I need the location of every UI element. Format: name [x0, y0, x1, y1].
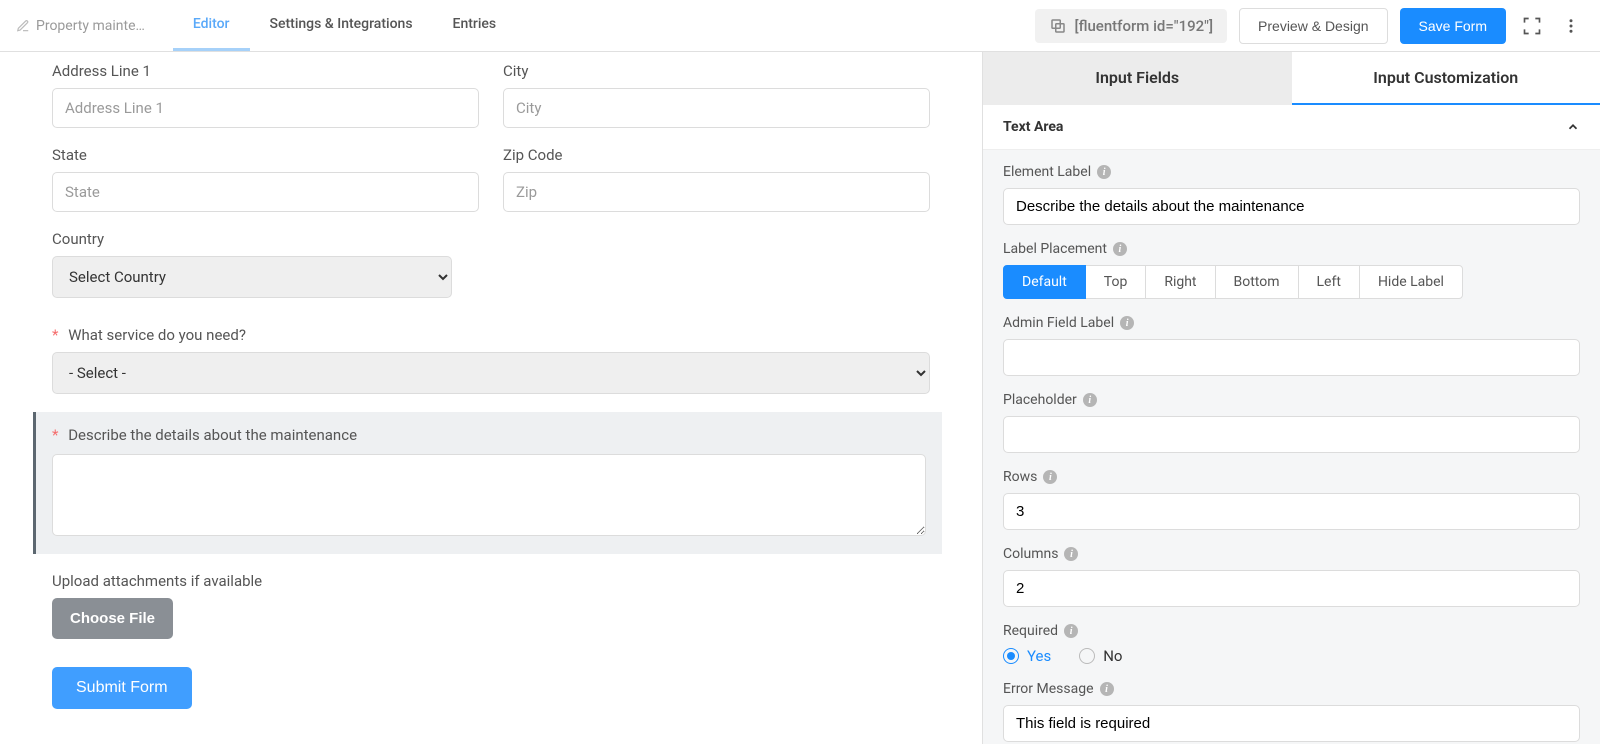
select-service[interactable]: - Select - [52, 352, 930, 394]
label-service: * What service do you need? [52, 326, 930, 344]
setting-element-label: Element Label i [1003, 164, 1580, 225]
more-icon[interactable] [1558, 13, 1584, 39]
setting-label-text: Element Label [1003, 164, 1091, 180]
panel-body: Element Label i Label Placement i Defaul… [983, 150, 1600, 744]
textarea-describe[interactable] [52, 454, 926, 536]
label-describe: * Describe the details about the mainten… [52, 426, 926, 444]
seg-bottom[interactable]: Bottom [1215, 265, 1299, 299]
setting-label-text: Error Message [1003, 681, 1094, 697]
chevron-up-icon[interactable] [1566, 120, 1580, 134]
setting-label-placement: Label Placement i Default Top Right Bott… [1003, 241, 1580, 299]
info-icon[interactable]: i [1083, 393, 1097, 407]
required-star: * [52, 326, 58, 344]
info-icon[interactable]: i [1120, 316, 1134, 330]
save-form-button[interactable]: Save Form [1400, 8, 1506, 44]
input-admin-field-label[interactable] [1003, 339, 1580, 376]
shortcode-badge[interactable]: [fluentform id="192"] [1035, 9, 1228, 43]
submit-form-button[interactable]: Submit Form [52, 667, 192, 709]
input-element-label[interactable] [1003, 188, 1580, 225]
label-placement-group: Default Top Right Bottom Left Hide Label [1003, 265, 1580, 299]
setting-label-text: Admin Field Label [1003, 315, 1114, 331]
tab-editor[interactable]: Editor [173, 0, 250, 51]
select-country[interactable]: Select Country [52, 256, 452, 298]
seg-right[interactable]: Right [1145, 265, 1215, 299]
panel-header[interactable]: Text Area [983, 105, 1600, 150]
page-title-wrap: Property mainte… [16, 18, 145, 34]
fullscreen-icon[interactable] [1518, 12, 1546, 40]
input-address1[interactable] [52, 88, 479, 128]
field-describe-selected[interactable]: * Describe the details about the mainten… [33, 412, 942, 554]
tab-input-customization[interactable]: Input Customization [1292, 52, 1600, 105]
app-header: Property mainte… Editor Settings & Integ… [0, 0, 1600, 52]
field-service[interactable]: * What service do you need? - Select - [52, 326, 930, 394]
field-upload[interactable]: Upload attachments if available Choose F… [52, 572, 930, 639]
page-title: Property mainte… [36, 18, 145, 34]
edit-icon [16, 19, 30, 33]
seg-hide[interactable]: Hide Label [1359, 265, 1463, 299]
info-icon[interactable]: i [1100, 682, 1114, 696]
setting-label-text: Columns [1003, 546, 1058, 562]
setting-required: Required i Yes No [1003, 623, 1580, 665]
sidebar: Input Fields Input Customization Text Ar… [982, 52, 1600, 744]
copy-icon [1049, 17, 1067, 35]
label-zip: Zip Code [503, 146, 930, 164]
setting-label-text: Label Placement [1003, 241, 1107, 257]
input-columns[interactable] [1003, 570, 1580, 607]
sidebar-tabs: Input Fields Input Customization [983, 52, 1600, 105]
form-canvas: Address Line 1 City State Zip Code Count… [0, 52, 982, 744]
input-zip[interactable] [503, 172, 930, 212]
setting-placeholder: Placeholder i [1003, 392, 1580, 453]
setting-error-message: Error Message i [1003, 681, 1580, 742]
label-upload: Upload attachments if available [52, 572, 930, 590]
preview-design-button[interactable]: Preview & Design [1239, 8, 1388, 44]
radio-required-no[interactable]: No [1079, 647, 1122, 665]
label-city: City [503, 62, 930, 80]
choose-file-button[interactable]: Choose File [52, 598, 173, 639]
radio-icon [1003, 648, 1019, 664]
header-tabs: Editor Settings & Integrations Entries [173, 0, 516, 51]
input-city[interactable] [503, 88, 930, 128]
setting-label-text: Placeholder [1003, 392, 1077, 408]
header-left: Property mainte… Editor Settings & Integ… [16, 0, 516, 51]
field-country[interactable]: Country Select Country [52, 230, 930, 298]
field-address1[interactable]: Address Line 1 [52, 62, 479, 128]
required-star: * [52, 426, 58, 444]
label-country: Country [52, 230, 930, 248]
info-icon[interactable]: i [1064, 624, 1078, 638]
radio-required-yes[interactable]: Yes [1003, 647, 1051, 665]
seg-default[interactable]: Default [1003, 265, 1086, 299]
tab-entries[interactable]: Entries [433, 0, 517, 51]
field-zip[interactable]: Zip Code [503, 146, 930, 212]
input-state[interactable] [52, 172, 479, 212]
radio-icon [1079, 648, 1095, 664]
submit-row: Submit Form [52, 667, 930, 709]
field-state[interactable]: State [52, 146, 479, 212]
seg-left[interactable]: Left [1298, 265, 1360, 299]
input-rows[interactable] [1003, 493, 1580, 530]
setting-label-text: Rows [1003, 469, 1037, 485]
setting-columns: Columns i [1003, 546, 1580, 607]
field-city[interactable]: City [503, 62, 930, 128]
setting-admin-field-label: Admin Field Label i [1003, 315, 1580, 376]
header-right: [fluentform id="192"] Preview & Design S… [1035, 8, 1585, 44]
main: Address Line 1 City State Zip Code Count… [0, 52, 1600, 744]
tab-settings-integrations[interactable]: Settings & Integrations [250, 0, 433, 51]
info-icon[interactable]: i [1043, 470, 1057, 484]
tab-input-fields[interactable]: Input Fields [983, 52, 1292, 105]
input-error-message[interactable] [1003, 705, 1580, 742]
info-icon[interactable]: i [1113, 242, 1127, 256]
label-state: State [52, 146, 479, 164]
setting-rows: Rows i [1003, 469, 1580, 530]
input-placeholder[interactable] [1003, 416, 1580, 453]
panel-title: Text Area [1003, 119, 1063, 135]
info-icon[interactable]: i [1097, 165, 1111, 179]
shortcode-text: [fluentform id="192"] [1075, 17, 1214, 35]
setting-label-text: Required [1003, 623, 1058, 639]
seg-top[interactable]: Top [1085, 265, 1147, 299]
info-icon[interactable]: i [1064, 547, 1078, 561]
label-address1: Address Line 1 [52, 62, 479, 80]
